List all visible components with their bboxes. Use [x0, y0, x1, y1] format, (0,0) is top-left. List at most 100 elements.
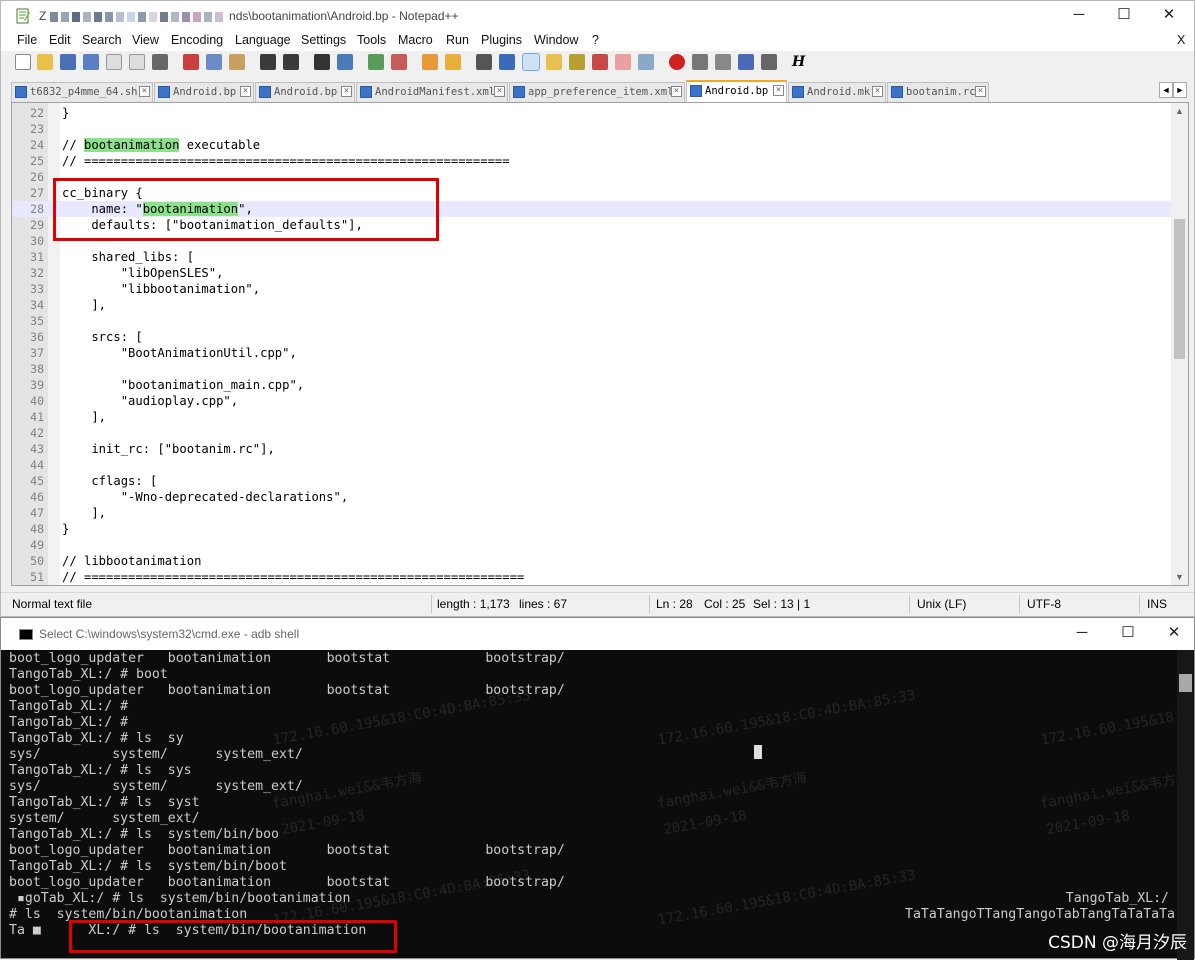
- tab-close-icon[interactable]: ×: [975, 86, 986, 97]
- code-line[interactable]: 46 "-Wno-deprecated-declarations",: [12, 489, 1172, 505]
- open-file-icon[interactable]: [37, 54, 53, 70]
- code-line[interactable]: 22}: [12, 105, 1172, 121]
- maximize-button[interactable]: ☐: [1101, 3, 1147, 29]
- code-line[interactable]: 24 // bootanimation executable: [12, 137, 1172, 153]
- minimize-button[interactable]: ─: [1056, 3, 1102, 29]
- save-macro-icon[interactable]: [761, 54, 777, 70]
- find-icon[interactable]: [314, 54, 330, 70]
- code-line[interactable]: 49: [12, 537, 1172, 553]
- cut-icon[interactable]: [183, 54, 199, 70]
- tab-app-preference-item[interactable]: app_preference_item.xml ×: [509, 82, 685, 102]
- tab-close-icon[interactable]: ×: [240, 86, 251, 97]
- tab-bootanim-rc[interactable]: bootanim.rc ×: [887, 82, 989, 102]
- code-line[interactable]: 40 "audioplay.cpp",: [12, 393, 1172, 409]
- cmd-minimize-button[interactable]: ─: [1059, 621, 1105, 647]
- menu-search[interactable]: Search: [82, 33, 122, 47]
- code-line[interactable]: 37 "BootAnimationUtil.cpp",: [12, 345, 1172, 361]
- record-macro-icon[interactable]: [669, 54, 685, 70]
- code-line[interactable]: 23: [12, 121, 1172, 137]
- menu-macro[interactable]: Macro: [398, 33, 433, 47]
- code-line[interactable]: 35: [12, 313, 1172, 329]
- user-language-icon[interactable]: [546, 54, 562, 70]
- undo-icon[interactable]: [260, 54, 276, 70]
- close-button[interactable]: ✕: [1146, 3, 1192, 29]
- code-line[interactable]: 25 // ===================================…: [12, 153, 1172, 169]
- word-wrap-icon[interactable]: [476, 54, 492, 70]
- editor-vertical-scrollbar[interactable]: ▲ ▼: [1171, 103, 1188, 585]
- code-line[interactable]: 48}: [12, 521, 1172, 537]
- tab-android-bp-active[interactable]: Android.bp ×: [686, 80, 787, 102]
- cmd-maximize-button[interactable]: ☐: [1105, 621, 1151, 647]
- close-all-icon[interactable]: [129, 54, 145, 70]
- menu-tools[interactable]: Tools: [357, 33, 386, 47]
- menu-window[interactable]: Window: [534, 33, 578, 47]
- code-line[interactable]: 51 // ===================================…: [12, 569, 1172, 585]
- tab-scroll-right-icon[interactable]: ►: [1173, 82, 1187, 98]
- menu-run[interactable]: Run: [446, 33, 469, 47]
- cmd-close-button[interactable]: ✕: [1151, 621, 1195, 647]
- code-line[interactable]: 34 ],: [12, 297, 1172, 313]
- function-list-icon[interactable]: [592, 54, 608, 70]
- code-editor[interactable]: 22} 23 24// bootanimation executable 25// =…: [11, 102, 1189, 586]
- tab-close-icon[interactable]: ×: [139, 86, 150, 97]
- tab-scroll-left-icon[interactable]: ◄: [1159, 82, 1173, 98]
- run-macro-multiple-icon[interactable]: [738, 54, 754, 70]
- print-icon[interactable]: [152, 54, 168, 70]
- scrollbar-thumb[interactable]: [1174, 219, 1185, 359]
- paste-icon[interactable]: [229, 54, 245, 70]
- menu-close-doc-button[interactable]: X: [1177, 33, 1185, 47]
- code-line[interactable]: 44: [12, 457, 1172, 473]
- tab-android-mk[interactable]: Android.mk ×: [788, 82, 886, 102]
- close-file-icon[interactable]: [106, 54, 122, 70]
- code-line[interactable]: 41 ],: [12, 409, 1172, 425]
- tab-android-bp-2[interactable]: Android.bp ×: [255, 82, 355, 102]
- new-file-icon[interactable]: [15, 54, 31, 70]
- doc-map-icon[interactable]: [569, 54, 585, 70]
- tab-close-icon[interactable]: ×: [671, 86, 682, 97]
- menu-encoding[interactable]: Encoding: [171, 33, 223, 47]
- redo-icon[interactable]: [283, 54, 299, 70]
- tab-close-icon[interactable]: ×: [494, 86, 505, 97]
- tab-close-icon[interactable]: ×: [773, 85, 784, 96]
- scroll-up-icon[interactable]: ▲: [1171, 103, 1188, 119]
- code-line[interactable]: 36 srcs: [: [12, 329, 1172, 345]
- menu-edit[interactable]: Edit: [49, 33, 71, 47]
- code-line[interactable]: 39 "bootanimation_main.cpp",: [12, 377, 1172, 393]
- menu-plugins[interactable]: Plugins: [481, 33, 522, 47]
- code-line[interactable]: 38: [12, 361, 1172, 377]
- code-line[interactable]: 33 "libbootanimation",: [12, 281, 1172, 297]
- copy-icon[interactable]: [206, 54, 222, 70]
- show-all-chars-icon[interactable]: [499, 54, 515, 70]
- code-line[interactable]: 45 cflags: [: [12, 473, 1172, 489]
- play-macro-icon[interactable]: [715, 54, 731, 70]
- stop-macro-icon[interactable]: [692, 54, 708, 70]
- cmd-vertical-scrollbar[interactable]: [1177, 650, 1194, 960]
- zoom-out-icon[interactable]: [391, 54, 407, 70]
- code-line[interactable]: 32 "libOpenSLES",: [12, 265, 1172, 281]
- tab-android-bp-1[interactable]: Android.bp ×: [154, 82, 254, 102]
- code-line[interactable]: 31 shared_libs: [: [12, 249, 1172, 265]
- code-line[interactable]: 47 ],: [12, 505, 1172, 521]
- zoom-in-icon[interactable]: [368, 54, 384, 70]
- code-line[interactable]: 42: [12, 425, 1172, 441]
- indent-guide-icon[interactable]: [522, 53, 540, 71]
- menu-view[interactable]: View: [132, 33, 159, 47]
- menu-help[interactable]: ?: [592, 33, 599, 47]
- code-line[interactable]: 50 // libbootanimation: [12, 553, 1172, 569]
- tab-android-manifest[interactable]: AndroidManifest.xml ×: [356, 82, 508, 102]
- console-output[interactable]: 172.16.60.195&18:C0:4D:BA:85:33 172.16.6…: [1, 650, 1179, 960]
- tab-close-icon[interactable]: ×: [872, 86, 883, 97]
- folder-workspace-icon[interactable]: [615, 54, 631, 70]
- save-all-icon[interactable]: [83, 54, 99, 70]
- menu-language[interactable]: Language: [235, 33, 291, 47]
- code-line[interactable]: 43 init_rc: ["bootanim.rc"],: [12, 441, 1172, 457]
- scroll-down-icon[interactable]: ▼: [1171, 569, 1188, 585]
- monitoring-icon[interactable]: [638, 54, 654, 70]
- tab-close-icon[interactable]: ×: [341, 86, 352, 97]
- menu-settings[interactable]: Settings: [301, 33, 346, 47]
- tab-t6832-sh[interactable]: t6832_p4mme_64.sh ×: [11, 82, 153, 102]
- replace-icon[interactable]: [337, 54, 353, 70]
- sync-h-scroll-icon[interactable]: [445, 54, 461, 70]
- sync-v-scroll-icon[interactable]: [422, 54, 438, 70]
- save-icon[interactable]: [60, 54, 76, 70]
